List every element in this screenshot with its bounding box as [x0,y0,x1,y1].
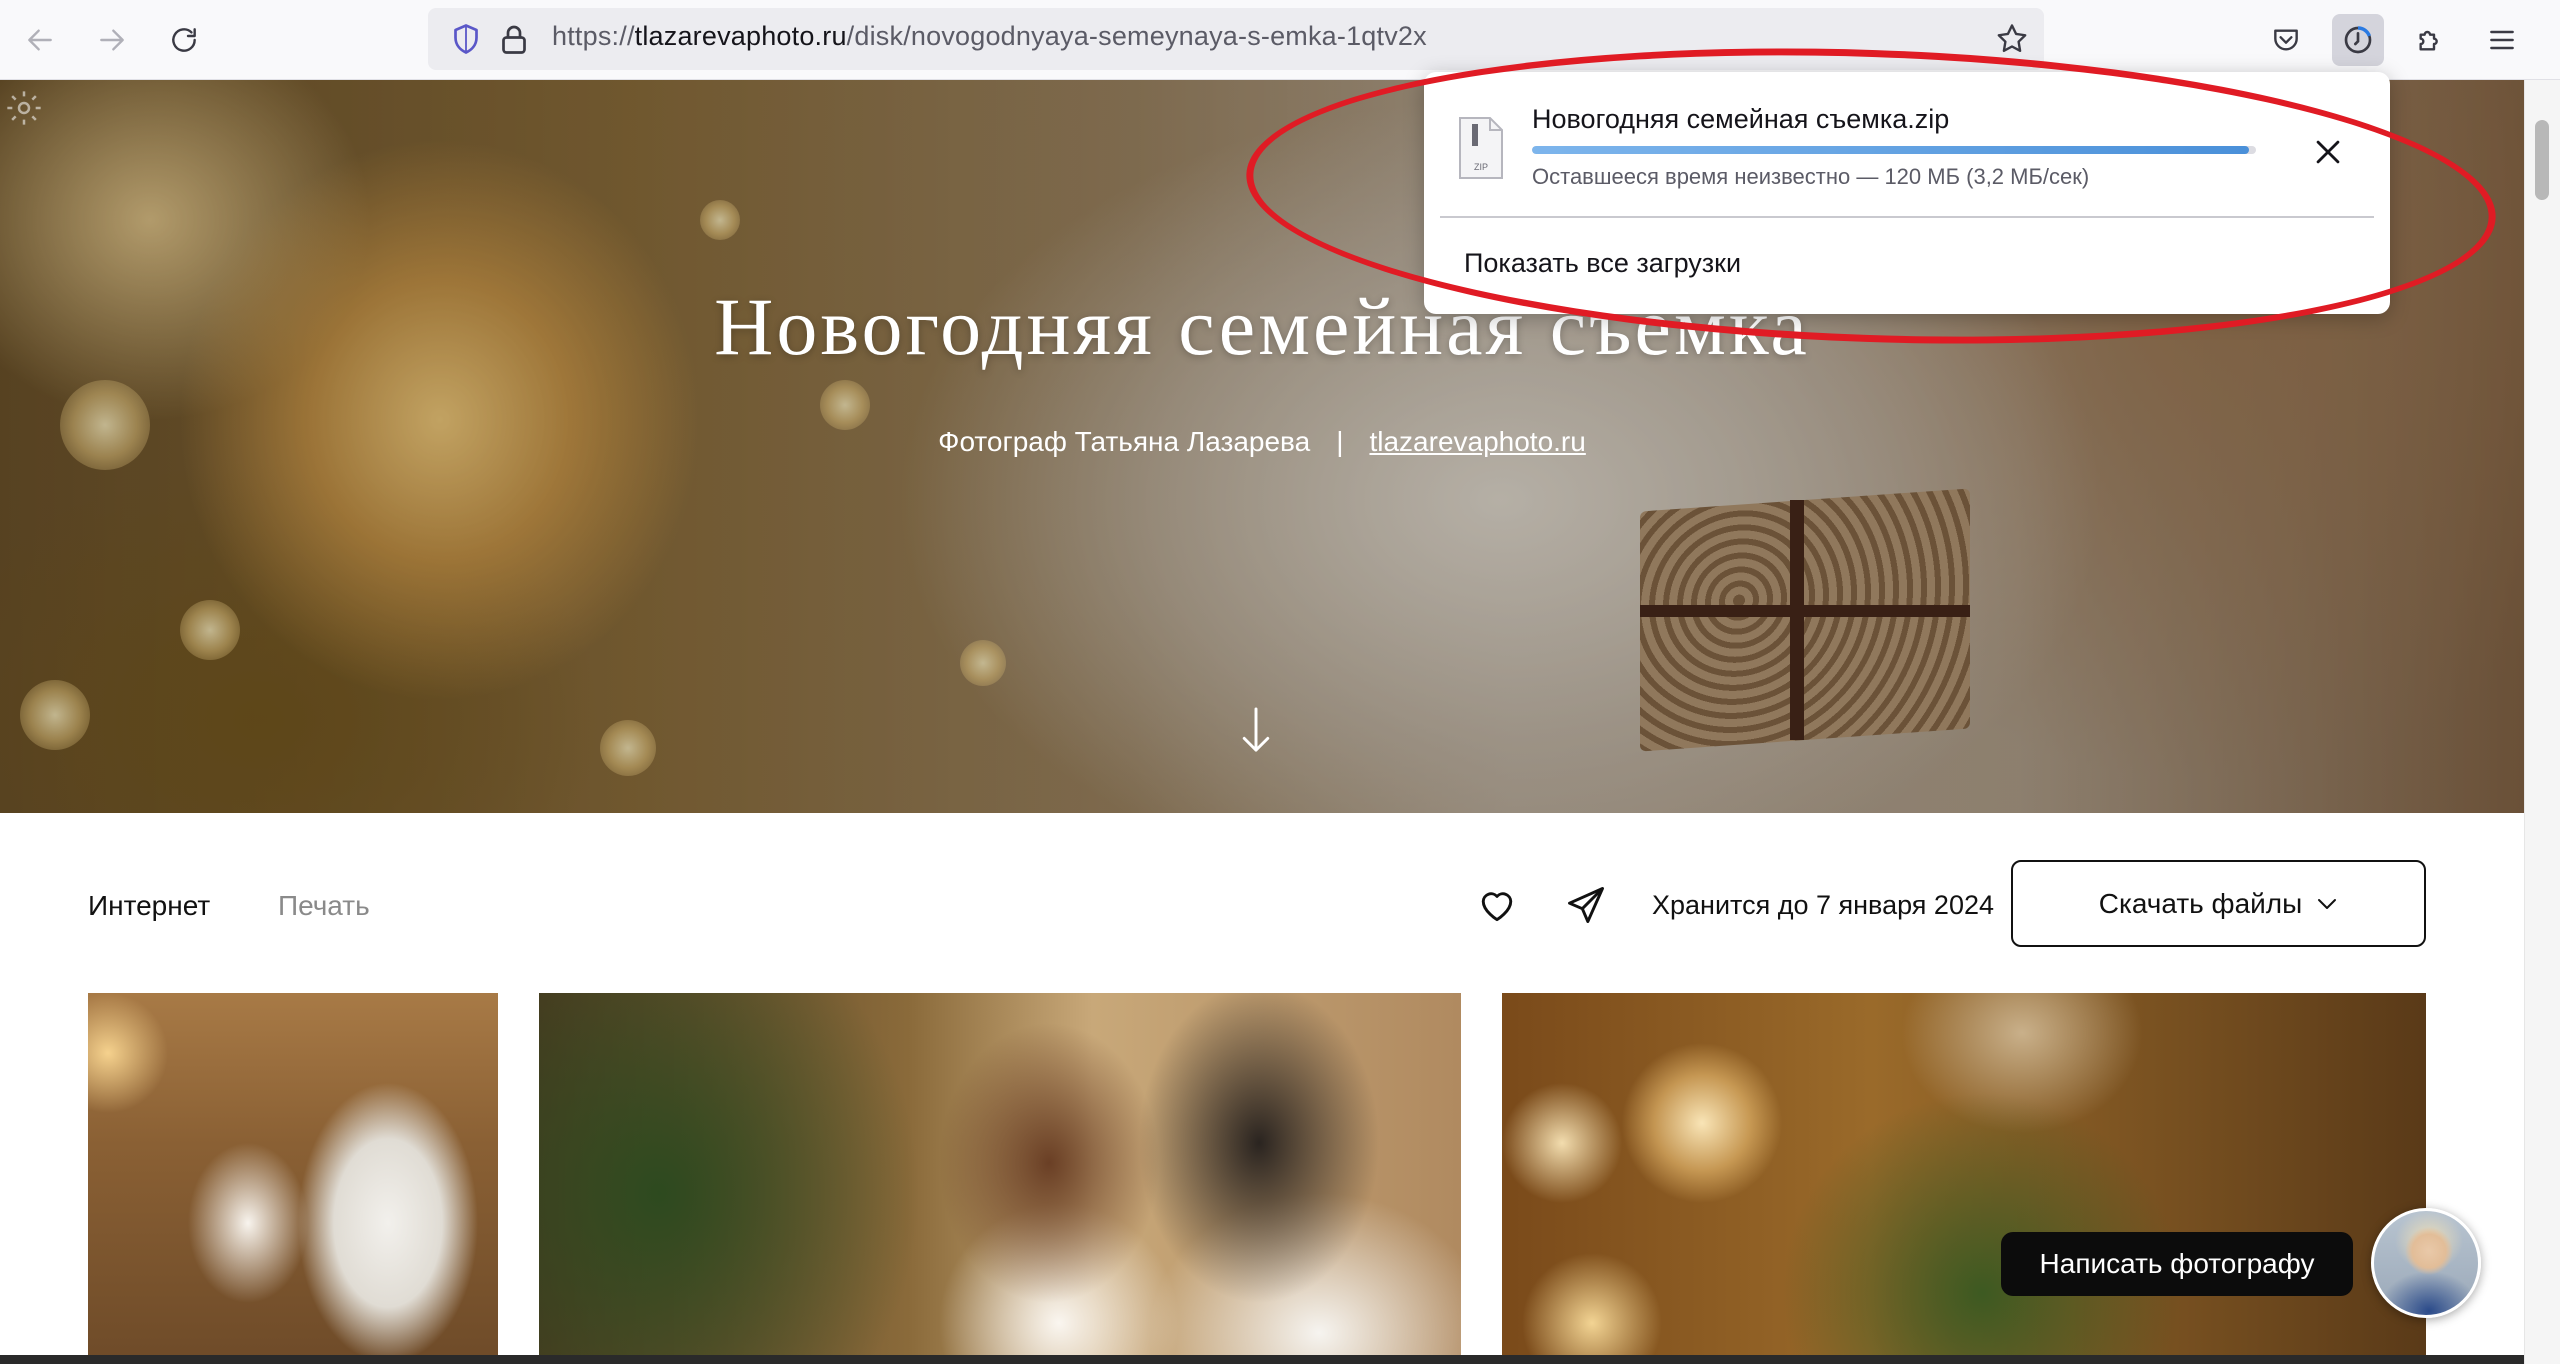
page-scrollbar[interactable] [2524,80,2560,1364]
pocket-icon [2274,29,2298,51]
cancel-download-button[interactable] [2304,128,2352,176]
close-icon [2316,140,2340,164]
zip-file-label: ZIP [1474,162,1488,172]
hamburger-menu-icon [2490,30,2514,50]
gallery-tabs: Интернет Печать [88,890,370,922]
stored-until-text: Хранится до 7 января 2024 [1652,890,1994,920]
site-link[interactable]: tlazarevaphoto.ru [1369,426,1585,457]
url-host: tlazarevaphoto.ru [634,21,847,51]
tab-print[interactable]: Печать [278,890,370,921]
hero-subtitle: Фотограф Татьяна Лазарева | tlazarevaphoto… [0,426,2524,458]
back-button[interactable] [14,14,66,66]
download-files-label: Скачать файлы [2098,887,2303,919]
download-files-button[interactable]: Скачать файлы [2011,860,2426,947]
panel-divider [1440,216,2374,218]
url-text[interactable]: https://tlazarevaphoto.ru/disk/novogodny… [552,21,1427,52]
scrollbar-thumb[interactable] [2535,120,2549,200]
pocket-button[interactable] [2260,14,2312,66]
tab-internet[interactable]: Интернет [88,890,210,921]
back-arrow-icon [28,29,52,51]
share-send-icon[interactable] [1564,883,1608,927]
subtitle-separator: | [1336,426,1344,457]
downloads-button[interactable] [2332,14,2384,66]
download-progress-fill [1532,146,2249,154]
show-all-downloads-link[interactable]: Показать все загрузки [1464,248,1741,279]
write-photographer-button[interactable]: Написать фотографу [2001,1232,2353,1296]
download-progress-bar [1532,146,2256,154]
reload-button[interactable] [158,14,210,66]
tracking-protection-shield-icon[interactable] [448,21,484,57]
download-status-text: Оставшееся время неизвестно — 120 МБ (3,… [1532,164,2090,189]
download-filename[interactable]: Новогодняя семейная съемка.zip [1532,104,1949,135]
downloads-progress-icon [2344,26,2372,54]
zip-file-icon: ZIP [1459,117,1503,179]
lock-icon[interactable] [496,21,532,57]
scroll-down-arrow-icon[interactable] [1238,706,1274,756]
gallery-photo[interactable] [88,993,498,1364]
browser-toolbar: https://tlazarevaphoto.ru/disk/novogodny… [0,0,2560,80]
gallery-photo[interactable] [1502,993,2426,1364]
app-menu-button[interactable] [2476,14,2528,66]
puzzle-icon [2419,30,2438,51]
downloads-panel: ZIP Новогодняя семейная съемка.zip Остав… [1424,72,2390,314]
url-path: /disk/novogodnyaya-semeynaya-s-emka-1qtv… [846,21,1427,51]
extensions-button[interactable] [2404,14,2456,66]
gear-icon[interactable] [4,88,44,128]
forward-arrow-icon [100,29,124,51]
star-icon[interactable] [1994,21,2030,57]
bottom-bar [0,1355,2524,1364]
url-bar[interactable]: https://tlazarevaphoto.ru/disk/novogodny… [428,8,2044,70]
photographer-name: Фотограф Татьяна Лазарева [938,426,1311,457]
forward-button[interactable] [86,14,138,66]
photographer-avatar[interactable] [2371,1208,2481,1318]
chevron-down-icon [2318,898,2337,909]
gallery-photo[interactable] [539,993,1461,1364]
url-prefix: https:// [552,21,635,51]
reload-icon [172,28,196,52]
heart-icon[interactable] [1475,883,1519,927]
